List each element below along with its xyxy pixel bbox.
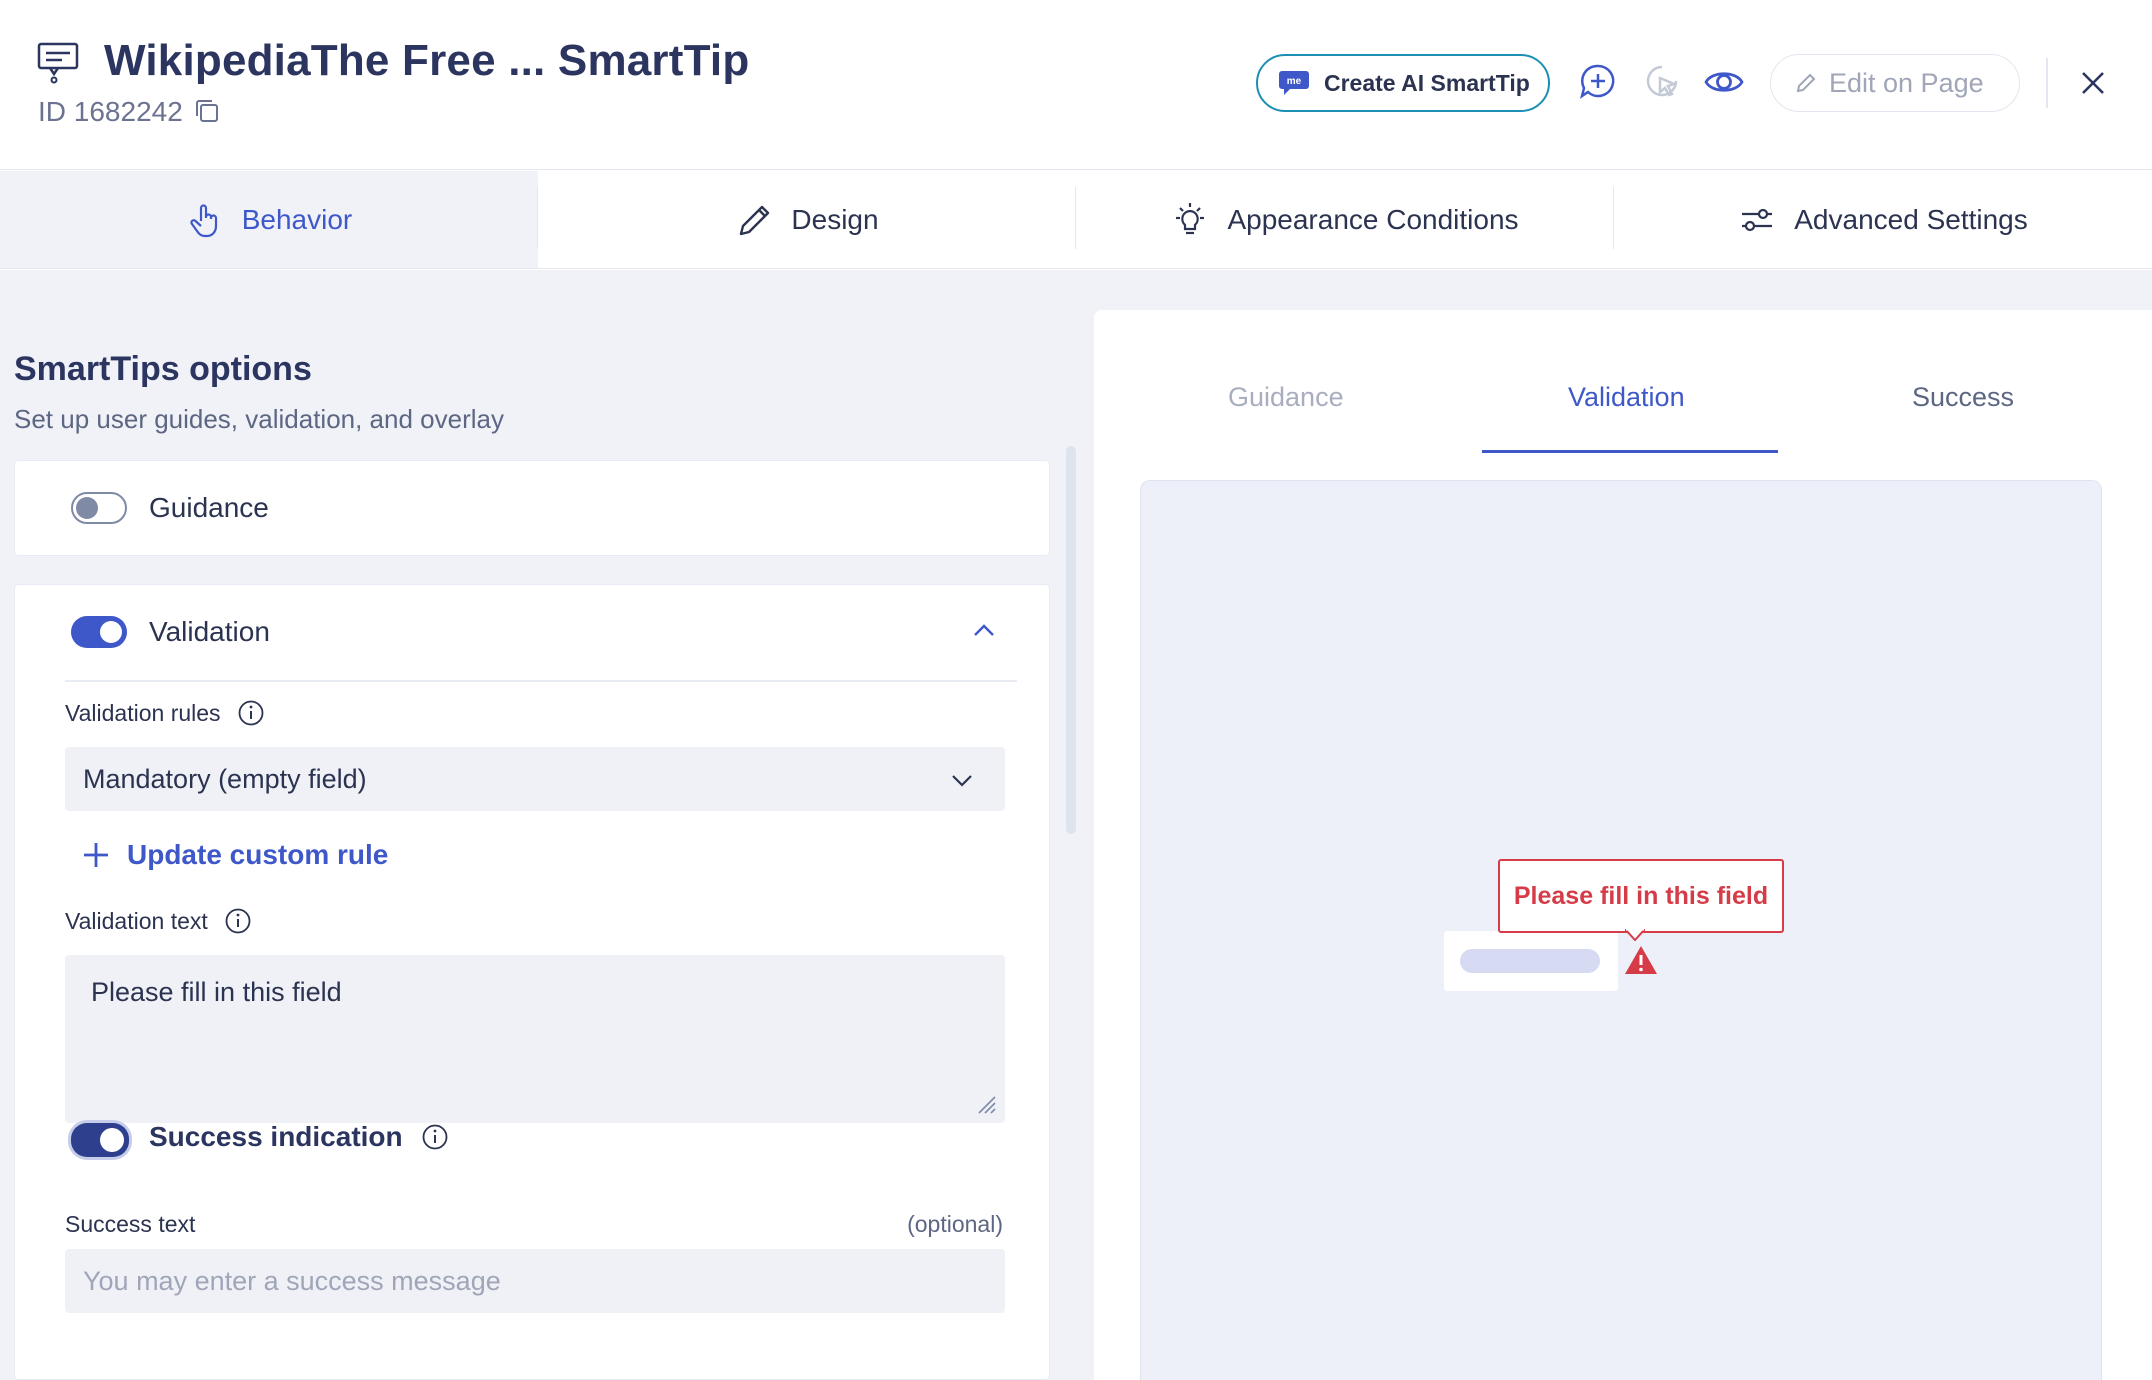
tab-advanced-settings-label: Advanced Settings [1794, 203, 2028, 235]
validation-text-value: Please fill in this field [91, 977, 342, 1007]
active-tab-indicator [1482, 450, 1778, 453]
info-icon[interactable] [224, 907, 252, 935]
header: WikipediaThe Free ... SmartTip ID 168224… [0, 0, 2152, 170]
validation-label: Validation [149, 616, 270, 647]
validation-rules-label-row: Validation rules [65, 699, 265, 727]
item-id: ID 1682242 [38, 96, 183, 127]
smarttip-icon [37, 42, 79, 84]
guidance-toggle[interactable] [71, 492, 127, 524]
update-custom-rule-label: Update custom rule [127, 839, 389, 870]
tab-behavior-label: Behavior [241, 203, 353, 235]
validation-text-label: Validation text [65, 907, 208, 934]
sliders-icon [1742, 208, 1773, 231]
info-icon[interactable] [237, 699, 265, 727]
create-ai-smarttip-button[interactable]: me Create AI SmartTip [1256, 54, 1550, 112]
success-indication-label: Success indication [149, 1121, 403, 1152]
edit-on-page-label: Edit on Page [1829, 67, 1984, 98]
behavior-content: SmartTips options Set up user guides, va… [0, 270, 2152, 1380]
validation-text-textarea[interactable]: Please fill in this field [65, 955, 1005, 1123]
validation-rules-select[interactable]: Mandatory (empty field) [65, 747, 1005, 811]
preview-panel: Guidance Validation Success [1094, 310, 2152, 1380]
validation-tooltip: Please fill in this field [1498, 859, 1784, 933]
tab-design-label: Design [791, 203, 879, 235]
tooltip-arrow [1625, 929, 1645, 941]
main-tabs: Behavior Design Appearance Conditions Ad… [0, 171, 2152, 269]
validation-rules-value: Mandatory (empty field) [83, 763, 367, 794]
preview-tab-validation[interactable]: Validation [1568, 382, 1685, 413]
pencil-icon [1796, 73, 1816, 93]
success-text-input[interactable] [65, 1249, 1005, 1313]
update-custom-rule-link[interactable]: Update custom rule [81, 839, 388, 871]
optional-hint: (optional) [907, 1211, 1003, 1237]
info-icon[interactable] [421, 1123, 449, 1151]
cursor-click-icon[interactable] [1642, 62, 1682, 102]
lightbulb-icon [1176, 202, 1205, 234]
warning-icon [1625, 946, 1657, 974]
preview-tab-guidance[interactable]: Guidance [1228, 382, 1344, 413]
header-divider [2046, 58, 2048, 108]
resize-grip-icon[interactable] [975, 1093, 997, 1115]
plus-icon [84, 843, 108, 867]
pencil-icon [740, 205, 770, 235]
create-ai-smarttip-label: Create AI SmartTip [1324, 69, 1530, 96]
success-indication-toggle[interactable] [71, 1123, 129, 1157]
validation-divider [65, 680, 1017, 682]
mock-input-field [1444, 931, 1618, 991]
preview-tab-success[interactable]: Success [1912, 382, 2014, 413]
tab-behavior[interactable]: Behavior [0, 171, 538, 268]
ai-me-badge-icon: me [1279, 71, 1309, 95]
toggle-knob [100, 1128, 124, 1152]
mock-input-placeholder [1460, 949, 1600, 973]
chevron-down-icon [952, 775, 972, 787]
guidance-card: Guidance [14, 460, 1050, 556]
tab-appearance-conditions-label: Appearance Conditions [1227, 203, 1519, 235]
edit-on-page-button[interactable]: Edit on Page [1770, 54, 2020, 112]
close-icon[interactable] [2078, 68, 2108, 98]
add-comment-icon[interactable] [1578, 62, 1618, 102]
copy-icon[interactable] [194, 98, 220, 124]
guidance-label: Guidance [149, 492, 269, 523]
validation-toggle[interactable] [71, 616, 127, 648]
toggle-knob [76, 497, 98, 519]
success-text-label: Success text [65, 1211, 196, 1237]
tab-advanced-settings[interactable]: Advanced Settings [1614, 171, 2152, 268]
validation-rules-label: Validation rules [65, 699, 221, 726]
chevron-up-icon[interactable] [971, 621, 997, 641]
validation-text-label-row: Validation text [65, 907, 252, 935]
svg-text:me: me [1287, 76, 1302, 87]
validation-card: Validation Validation rules Mandatory (e… [14, 584, 1050, 1380]
options-subtitle: Set up user guides, validation, and over… [14, 404, 504, 434]
toggle-knob [100, 621, 122, 643]
tab-appearance-conditions[interactable]: Appearance Conditions [1076, 171, 1614, 268]
success-indication-label-row: Success indication [149, 1121, 449, 1153]
tab-design[interactable]: Design [538, 171, 1076, 268]
options-title: SmartTips options [14, 350, 312, 388]
preview-eye-icon[interactable] [1704, 62, 1744, 102]
left-scrollbar[interactable] [1066, 446, 1076, 834]
page-title: WikipediaThe Free ... SmartTip [104, 36, 750, 85]
hand-pointer-icon [190, 203, 217, 237]
